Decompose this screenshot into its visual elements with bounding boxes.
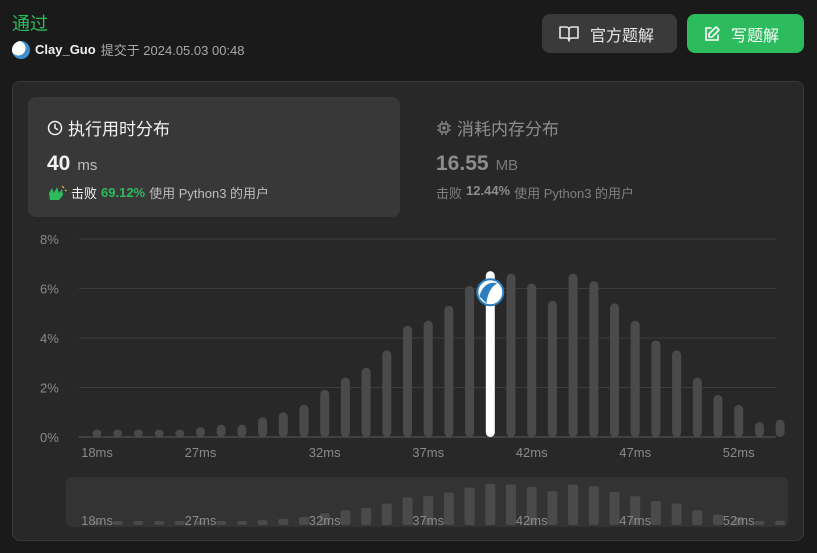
bar	[154, 429, 164, 437]
bar	[113, 429, 123, 437]
mini-bar	[568, 484, 579, 525]
bar	[320, 389, 330, 437]
y-tick-label: 8%	[40, 232, 59, 247]
bar	[713, 394, 723, 437]
bar	[92, 429, 102, 437]
bar	[589, 281, 599, 437]
bar	[133, 429, 143, 437]
mini-bar	[216, 521, 227, 525]
x-tick-label: 32ms	[309, 445, 341, 460]
mini-bar	[236, 521, 247, 525]
mini-bar	[133, 521, 144, 525]
mini-bar	[588, 486, 599, 525]
bar	[651, 340, 661, 437]
x-tick-label: 47ms	[619, 445, 651, 460]
mini-bar	[278, 518, 289, 525]
mini-bar	[174, 521, 185, 525]
y-tick-label: 2%	[40, 381, 59, 396]
mini-bar	[547, 491, 558, 525]
mini-bar	[340, 510, 351, 525]
mini-x-tick-label: 37ms	[412, 513, 444, 528]
mini-bar	[485, 483, 496, 525]
bar	[610, 303, 619, 437]
bar	[630, 320, 640, 437]
mini-x-tick-label: 27ms	[185, 513, 217, 528]
mini-x-tick-label: 52ms	[723, 513, 755, 528]
mini-bar	[257, 520, 268, 525]
mini-bar	[692, 510, 703, 525]
mini-x-tick-label: 47ms	[619, 513, 651, 528]
bar	[361, 367, 371, 437]
bar	[382, 350, 392, 437]
y-tick-label: 4%	[40, 331, 59, 346]
bar	[340, 377, 350, 437]
runtime-distribution-chart: 8% 6% 4% 2% 0% 18ms 27ms 32ms 37ms 42ms 47ms 52ms 18…	[40, 232, 786, 528]
mini-bar	[506, 484, 516, 525]
mini-bar	[671, 503, 682, 525]
y-tick-label: 0%	[40, 430, 59, 445]
mini-bar	[154, 521, 165, 525]
x-tick-label: 27ms	[185, 445, 217, 460]
x-tick-label: 52ms	[723, 445, 755, 460]
mini-bar	[443, 492, 454, 525]
bar	[754, 422, 764, 437]
bar	[547, 300, 557, 437]
mini-bar	[609, 491, 620, 525]
bar	[527, 283, 537, 437]
bar	[692, 377, 702, 437]
x-tick-label: 37ms	[412, 445, 444, 460]
bar	[465, 286, 475, 437]
mini-x-tick-label: 18ms	[81, 513, 113, 528]
bar	[734, 404, 744, 437]
bar	[775, 419, 785, 437]
mini-bar	[112, 521, 123, 525]
bar	[672, 350, 682, 437]
mini-x-tick-label: 42ms	[516, 513, 548, 528]
bar	[175, 429, 185, 437]
bar	[403, 325, 412, 437]
bar	[196, 427, 205, 437]
mini-bar	[713, 514, 723, 525]
mini-x-tick-label: 32ms	[309, 513, 341, 528]
mini-bar	[754, 521, 765, 525]
bar	[299, 404, 309, 437]
bar	[568, 273, 578, 437]
bar	[278, 412, 288, 437]
mini-bar	[381, 503, 392, 525]
bar	[423, 320, 433, 437]
bar	[506, 273, 516, 437]
mini-bar	[650, 501, 661, 525]
x-tick-label: 42ms	[516, 445, 548, 460]
x-tick-label: 18ms	[81, 445, 113, 460]
y-tick-label: 6%	[40, 282, 59, 297]
mini-bar	[299, 517, 309, 525]
mini-bar	[464, 487, 475, 525]
bar	[444, 305, 454, 437]
mini-bar	[775, 520, 786, 525]
mini-bar	[361, 507, 372, 525]
bar	[216, 424, 226, 437]
bar	[237, 424, 247, 437]
mini-bar	[402, 497, 413, 525]
bar	[258, 417, 268, 437]
